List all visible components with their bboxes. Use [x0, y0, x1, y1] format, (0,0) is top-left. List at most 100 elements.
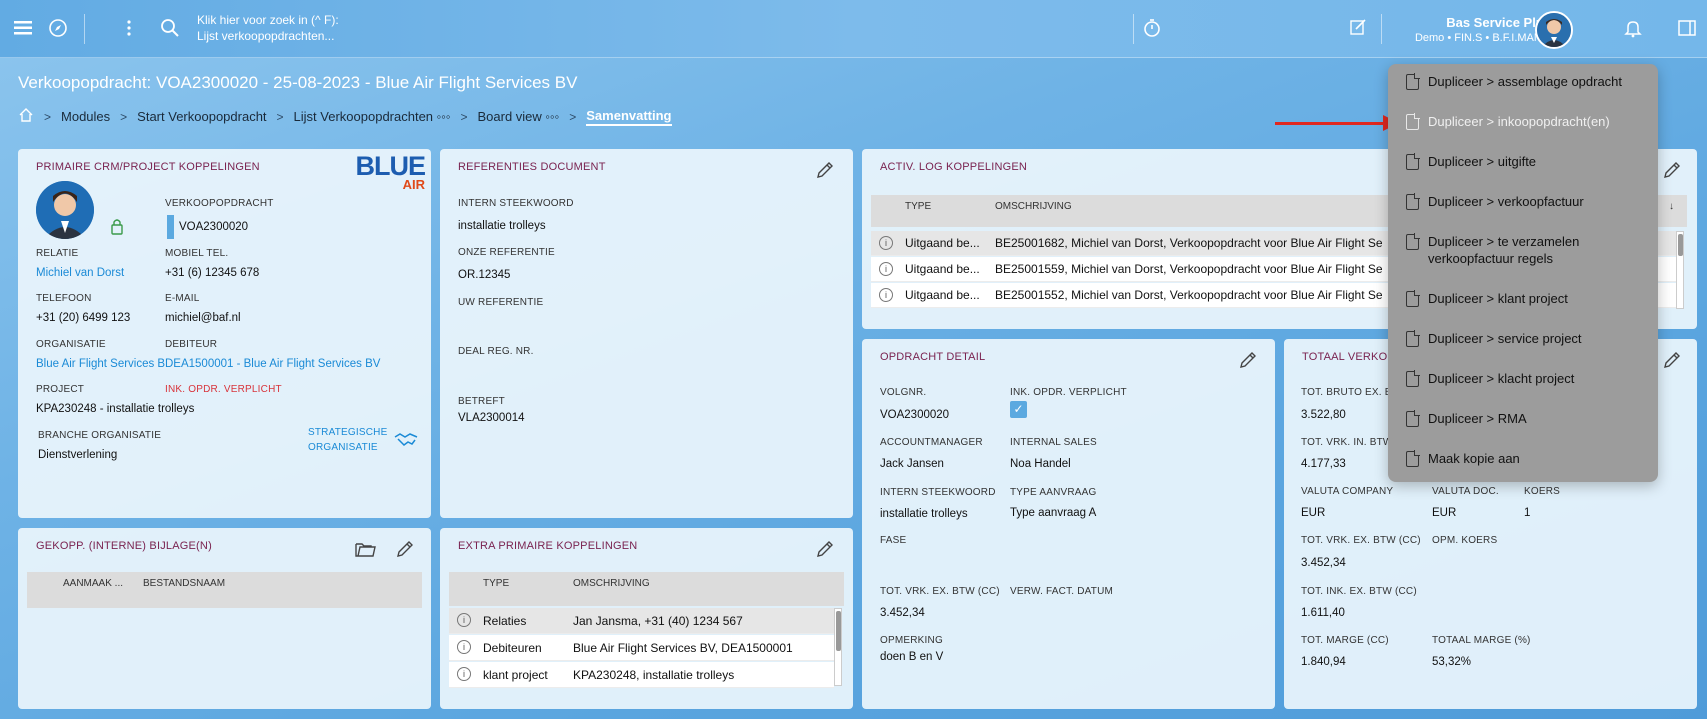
breadcrumb-current[interactable]: Samenvatting	[586, 108, 672, 126]
document-icon	[1406, 153, 1420, 170]
email-link[interactable]: michiel@baf.nl	[165, 312, 241, 324]
column-header-omschrijving[interactable]: OMSCHRIJVING	[573, 578, 650, 589]
breadcrumb-modules[interactable]: Modules	[61, 109, 110, 124]
folder-icon[interactable]	[354, 539, 376, 559]
organisatie-link[interactable]: Blue Air Flight Services B	[36, 358, 165, 370]
menu-item-label: Maak kopie aan	[1428, 451, 1520, 466]
page-title: Verkoopopdracht: VOA2300020 - 25-08-2023…	[18, 73, 578, 92]
more-vertical-icon[interactable]	[124, 18, 134, 40]
cell-type: Uitgaand be...	[905, 236, 980, 250]
menu-item-label: Dupliceer > inkoopopdracht(en)	[1428, 114, 1610, 129]
value: installatie trolleys	[880, 508, 968, 520]
panel-title: TOTAAL VERKO	[1302, 351, 1388, 363]
edit-note-icon[interactable]	[1347, 18, 1369, 40]
top-bar: Klik hier voor zoek in (^ F): Lijst verk…	[0, 0, 1707, 58]
label: INTERN STEEKWOORD	[458, 198, 574, 209]
info-icon[interactable]: i	[879, 262, 893, 276]
avatar[interactable]	[1535, 11, 1573, 49]
document-icon	[1406, 233, 1420, 250]
label: INK. OPDR. VERPLICHT	[165, 384, 282, 395]
value: 1.840,94	[1301, 656, 1346, 668]
project-link[interactable]: KPA230248 - installatie trolleys	[36, 403, 194, 415]
cell-type: Uitgaand be...	[905, 262, 980, 276]
breadcrumb-board[interactable]: Board view ◦◦◦	[477, 109, 559, 124]
column-header-omschrijving[interactable]: OMSCHRIJVING	[995, 201, 1072, 212]
menu-item-label: Dupliceer > klacht project	[1428, 371, 1575, 386]
menu-icon[interactable]	[12, 18, 34, 40]
search-icon[interactable]	[159, 18, 181, 40]
edit-icon[interactable]	[1662, 350, 1682, 370]
divider	[84, 14, 85, 44]
value: doen B en V	[880, 651, 944, 663]
panel-title: REFERENTIES DOCUMENT	[458, 161, 606, 173]
label: VERKOOPOPDRACHT	[165, 198, 274, 209]
bell-icon[interactable]	[1622, 18, 1644, 40]
search-hint: Klik hier voor zoek in (^ F):	[197, 13, 339, 27]
edit-icon[interactable]	[395, 539, 415, 559]
edit-icon[interactable]	[815, 539, 835, 559]
menu-item-label: Dupliceer > klant project	[1428, 291, 1568, 306]
info-icon[interactable]: i	[457, 613, 471, 627]
value: Dienstverlening	[38, 449, 118, 461]
column-header-bestandsnaam[interactable]: BESTANDSNAAM	[143, 578, 225, 589]
label: ACCOUNTMANAGER	[880, 437, 983, 448]
sort-arrow-icon[interactable]: ↓	[1669, 201, 1674, 212]
panel-title: PRIMAIRE CRM/PROJECT KOPPELINGEN	[36, 161, 260, 173]
breadcrumb-separator: >	[120, 109, 128, 124]
table-row[interactable]: i Relaties Jan Jansma, +31 (40) 1234 567	[449, 608, 834, 634]
scrollbar[interactable]	[834, 608, 842, 686]
panel-toggle-icon[interactable]	[1676, 18, 1698, 40]
debiteur-link[interactable]: DEA1500001 - Blue Air Flight Services BV	[165, 358, 380, 370]
value: 1	[1524, 507, 1531, 519]
edit-icon[interactable]	[815, 160, 835, 180]
label: VOLGNR.	[880, 387, 927, 398]
company-logo: BLUE AIR	[355, 151, 426, 192]
checkbox-checked[interactable]: ✓	[1010, 401, 1027, 418]
value: 3.452,34	[1301, 557, 1346, 569]
value: 3.452,34	[880, 607, 925, 619]
home-icon[interactable]	[18, 107, 34, 126]
label: TOT. VRK. EX. BTW (CC)	[1301, 535, 1421, 546]
column-header-type[interactable]: TYPE	[483, 578, 509, 589]
value: VOA2300020	[179, 221, 249, 233]
info-icon[interactable]: i	[879, 236, 893, 250]
value: 3.522,80	[1301, 409, 1346, 421]
timer-icon[interactable]	[1141, 18, 1163, 40]
edit-icon[interactable]	[1662, 160, 1682, 180]
column-header-aanmaak[interactable]: AANMAAK ...	[63, 578, 123, 589]
table-header: AANMAAK ... BESTANDSNAAM	[27, 572, 422, 608]
table-row[interactable]: i klant project KPA230248, installatie t…	[449, 662, 834, 688]
document-icon	[1406, 73, 1420, 90]
label: OPM. KOERS	[1432, 535, 1498, 546]
edit-icon[interactable]	[1238, 350, 1258, 370]
label: FASE	[880, 535, 907, 546]
label: TOT. INK. EX. BTW (CC)	[1301, 586, 1417, 597]
user-company[interactable]: Demo • FIN.S • B.F.I.MAN...	[1415, 32, 1551, 44]
relatie-link[interactable]: Michiel van Dorst	[36, 267, 124, 279]
cell-omschrijving: BE25001559, Michiel van Dorst, Verkoopop…	[995, 262, 1383, 276]
label: TELEFOON	[36, 293, 92, 304]
lock-icon	[110, 217, 124, 238]
crm-panel: PRIMAIRE CRM/PROJECT KOPPELINGEN BLUE AI…	[18, 149, 431, 518]
label: OPMERKING	[880, 635, 943, 646]
value: Jack Jansen	[880, 458, 944, 470]
cell-type: Debiteuren	[483, 641, 542, 655]
label: RELATIE	[36, 248, 79, 259]
compass-icon[interactable]	[47, 18, 69, 40]
breadcrumb-start[interactable]: Start Verkoopopdracht	[137, 109, 266, 124]
panel-title: OPDRACHT DETAIL	[880, 351, 986, 363]
column-header-type[interactable]: TYPE	[905, 201, 931, 212]
info-icon[interactable]: i	[457, 667, 471, 681]
label: KOERS	[1524, 486, 1561, 497]
info-icon[interactable]: i	[457, 640, 471, 654]
avatar	[36, 181, 94, 239]
label: MOBIEL TEL.	[165, 248, 229, 259]
table-row[interactable]: i Debiteuren Blue Air Flight Services BV…	[449, 635, 834, 661]
menu-item-label: Dupliceer > uitgifte	[1428, 154, 1537, 169]
label: PROJECT	[36, 384, 85, 395]
info-icon[interactable]: i	[879, 288, 893, 302]
search-input[interactable]: Klik hier voor zoek in (^ F): Lijst verk…	[197, 12, 339, 44]
breadcrumb-list[interactable]: Lijst Verkoopopdrachten ◦◦◦	[294, 109, 451, 124]
scrollbar[interactable]	[1676, 231, 1684, 309]
extra-koppelingen-panel: EXTRA PRIMAIRE KOPPELINGEN TYPE OMSCHRIJ…	[440, 528, 853, 709]
